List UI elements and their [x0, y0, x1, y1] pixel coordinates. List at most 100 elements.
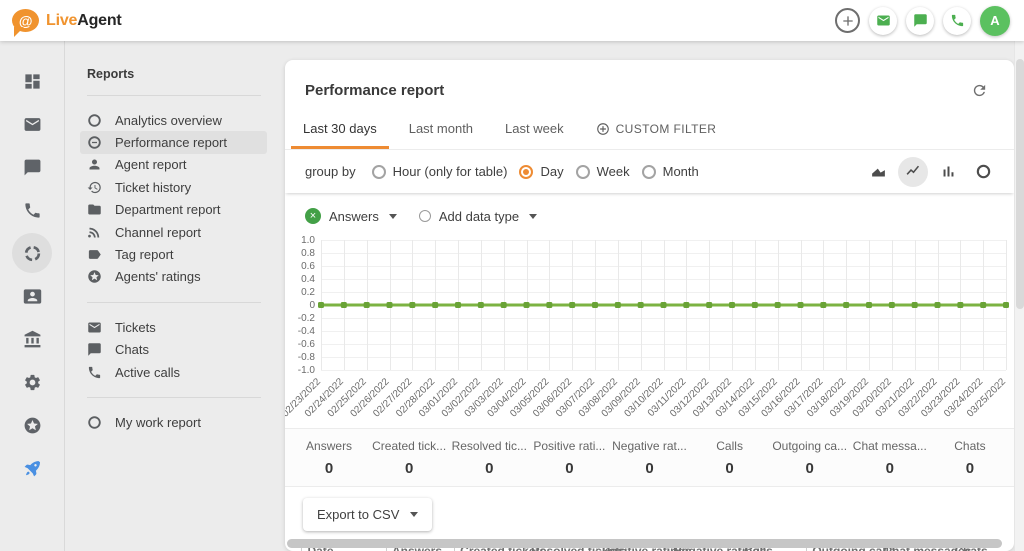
- y-axis-tick-label: 0: [285, 300, 315, 311]
- y-axis-tick-label: 0.2: [285, 287, 315, 298]
- stat-positive-rati: Positive rati...0: [529, 439, 609, 477]
- radio-icon: [372, 165, 386, 179]
- sidebar-item-chats[interactable]: Chats: [80, 339, 267, 361]
- sidebar-item-agents-ratings[interactable]: Agents' ratings: [80, 266, 267, 288]
- stat-label: Positive rati...: [529, 439, 609, 453]
- stat-calls: Calls0: [690, 439, 770, 477]
- area-chart-icon: [870, 163, 887, 180]
- sidebar-item-label: Performance report: [115, 135, 227, 150]
- horizontal-scrollbar[interactable]: [287, 539, 1002, 548]
- stat-label: Negative rat...: [609, 439, 689, 453]
- add-data-type-radio[interactable]: [419, 210, 431, 222]
- bar-chart-icon: [940, 163, 957, 180]
- sidebar-item-tag-report[interactable]: Tag report: [80, 243, 267, 265]
- add-new-button[interactable]: [835, 8, 860, 33]
- reports-sidebar: Reports Analytics overviewPerformance re…: [65, 41, 279, 551]
- rail-item-getting-started[interactable]: [12, 448, 52, 488]
- phone-icon: [950, 13, 965, 28]
- sidebar-item-ticket-history[interactable]: Ticket history: [80, 176, 267, 198]
- area-chart-button[interactable]: [863, 157, 893, 187]
- sidebar-item-analytics-overview[interactable]: Analytics overview: [80, 109, 267, 131]
- tab-last-week[interactable]: Last week: [489, 111, 580, 149]
- chart-plot-area[interactable]: 1.00.80.60.40.20-0.2-0.4-0.6-0.8-1.0: [321, 240, 1006, 370]
- groupby-radio-hour-only-for-table-[interactable]: Hour (only for table): [372, 164, 508, 179]
- add-data-type-label[interactable]: Add data type: [439, 209, 519, 224]
- sidebar-item-label: Tag report: [115, 247, 174, 262]
- sidebar-item-label: Active calls: [115, 365, 180, 380]
- phone-icon: [87, 365, 102, 380]
- export-to-csv-button[interactable]: Export to CSV: [303, 498, 432, 531]
- rail-item-dashboard[interactable]: [12, 61, 52, 101]
- tab-last-month[interactable]: Last month: [393, 111, 489, 149]
- circle-outline-icon: [87, 113, 102, 128]
- donut-chart-icon: [975, 163, 992, 180]
- sidebar-item-performance-report[interactable]: Performance report: [80, 131, 267, 153]
- tab-last-30-days[interactable]: Last 30 days: [287, 111, 393, 149]
- calls-button[interactable]: [943, 7, 971, 35]
- stat-resolved-tic: Resolved tic...0: [449, 439, 529, 477]
- radio-label: Day: [540, 164, 563, 179]
- avatar[interactable]: A: [980, 6, 1010, 36]
- tickets-button[interactable]: [869, 7, 897, 35]
- series-line-answers: [321, 240, 1006, 370]
- y-axis-tick-label: 0.6: [285, 261, 315, 272]
- donut-chart-button[interactable]: [968, 157, 998, 187]
- chat-icon: [87, 342, 102, 357]
- sidebar-item-my-work-report[interactable]: My work report: [80, 411, 267, 433]
- sidebar-item-channel-report[interactable]: Channel report: [80, 221, 267, 243]
- stat-created-tick: Created tick...0: [369, 439, 449, 477]
- chat-icon: [913, 13, 928, 28]
- export-row: Export to CSV: [285, 487, 1014, 539]
- chevron-down-icon: [410, 512, 418, 517]
- remove-series-icon[interactable]: ×: [305, 208, 321, 224]
- bar-chart-button[interactable]: [933, 157, 963, 187]
- chats-button[interactable]: [906, 7, 934, 35]
- liveagent-logo[interactable]: @ LiveAgent: [12, 9, 122, 32]
- rail-item-tickets[interactable]: [12, 104, 52, 144]
- plus-icon: [840, 13, 856, 29]
- tab-label: CUSTOM FILTER: [616, 122, 717, 136]
- stat-chats: Chats0: [930, 439, 1010, 477]
- chart-type-switcher: [863, 157, 998, 187]
- sidebar-item-active-calls[interactable]: Active calls: [80, 361, 267, 383]
- vertical-scrollbar-track[interactable]: [1014, 41, 1024, 551]
- line-chart-button[interactable]: [898, 157, 928, 187]
- rail-item-billing[interactable]: [12, 319, 52, 359]
- y-axis-tick-label: 0.4: [285, 274, 315, 285]
- contacts-icon: [23, 287, 42, 306]
- rail-item-calls[interactable]: [12, 190, 52, 230]
- sidebar-item-label: Tickets: [115, 320, 156, 335]
- rail-item-chats[interactable]: [12, 147, 52, 187]
- stat-label: Answers: [289, 439, 369, 453]
- report-panel: Performance report Last 30 daysLast mont…: [285, 60, 1014, 551]
- y-axis-tick-label: -0.2: [285, 313, 315, 324]
- bank-icon: [23, 330, 42, 349]
- sidebar-item-tickets[interactable]: Tickets: [80, 316, 267, 338]
- rail-item-ratings[interactable]: [12, 405, 52, 445]
- rail-item-reports[interactable]: [12, 233, 52, 273]
- sidebar-item-label: Department report: [115, 202, 221, 217]
- groupby-radio-day[interactable]: Day: [519, 164, 563, 179]
- history-icon: [87, 180, 102, 195]
- stat-answers: Answers0: [289, 439, 369, 477]
- tab-custom-filter[interactable]: CUSTOM FILTER: [580, 112, 733, 149]
- page-title: Performance report: [305, 82, 444, 99]
- mail-icon: [23, 115, 42, 134]
- left-rail: [0, 41, 65, 551]
- rail-item-settings[interactable]: [12, 362, 52, 402]
- stat-label: Chat messa...: [850, 439, 930, 453]
- groupby-radio-week[interactable]: Week: [576, 164, 630, 179]
- performance-chart: 1.00.80.60.40.20-0.2-0.4-0.6-0.8-1.0 02/…: [321, 240, 1006, 424]
- dashboard-icon: [23, 72, 42, 91]
- radio-label: Hour (only for table): [393, 164, 508, 179]
- sidebar-item-agent-report[interactable]: Agent report: [80, 154, 267, 176]
- topbar: @ LiveAgent A: [0, 0, 1024, 41]
- export-label: Export to CSV: [317, 507, 399, 522]
- rail-item-contacts[interactable]: [12, 276, 52, 316]
- y-axis-tick-label: -0.6: [285, 339, 315, 350]
- vertical-scrollbar-thumb[interactable]: [1016, 59, 1024, 309]
- series-name[interactable]: Answers: [329, 209, 379, 224]
- groupby-radio-month[interactable]: Month: [642, 164, 699, 179]
- refresh-icon[interactable]: [971, 82, 988, 99]
- sidebar-item-department-report[interactable]: Department report: [80, 199, 267, 221]
